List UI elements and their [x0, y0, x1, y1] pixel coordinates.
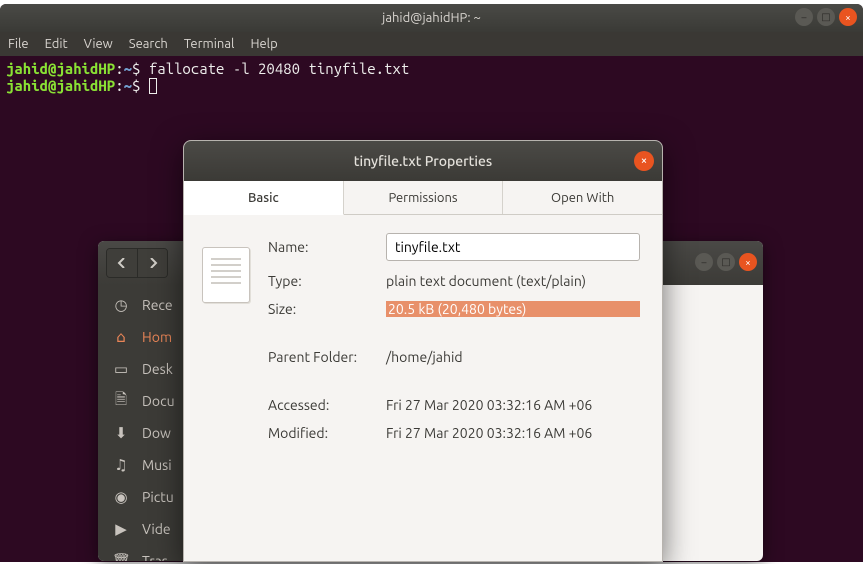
close-icon: ×: [641, 155, 647, 167]
music-icon: ♫: [112, 456, 130, 474]
menu-edit[interactable]: Edit: [45, 37, 68, 51]
menu-file[interactable]: File: [8, 37, 29, 51]
file-manager-window-controls: – □ ×: [695, 253, 757, 271]
video-icon: ▶: [112, 520, 130, 538]
tab-open-with[interactable]: Open With: [503, 181, 662, 214]
prompt-sep: :: [115, 60, 123, 77]
close-button[interactable]: ×: [839, 8, 857, 26]
close-button[interactable]: ×: [739, 253, 757, 271]
accessed-value: Fri 27 Mar 2020 03:32:16 AM +06: [386, 397, 640, 413]
maximize-button[interactable]: □: [717, 253, 735, 271]
prompt-path: ~: [124, 60, 132, 77]
menu-search[interactable]: Search: [129, 37, 168, 51]
sidebar-item-label: Rece: [142, 297, 173, 313]
terminal-cursor: [149, 78, 157, 94]
name-input[interactable]: [386, 233, 640, 261]
trash-icon: 🗑: [112, 552, 130, 561]
type-value: plain text document (text/plain): [386, 273, 640, 289]
properties-dialog: tinyfile.txt Properties × Basic Permissi…: [183, 140, 663, 562]
terminal-titlebar: jahid@jahidHP: ~ – □ ×: [0, 4, 863, 32]
terminal-menubar: File Edit View Search Terminal Help: [0, 32, 863, 56]
type-label: Type:: [268, 273, 378, 289]
sidebar-item-label: Desk: [142, 361, 173, 377]
tab-label: Open With: [551, 191, 614, 205]
prompt-dollar: $: [132, 60, 149, 77]
terminal-body[interactable]: jahid@jahidHP:~$ fallocate -l 20480 tiny…: [0, 56, 863, 98]
prompt-path: ~: [124, 77, 132, 94]
tab-label: Basic: [248, 191, 279, 205]
size-value: 20.5 kB (20,480 bytes): [386, 301, 640, 317]
document-icon: 🗎: [112, 389, 130, 414]
prompt-user: jahid@jahidHP: [6, 77, 115, 94]
dialog-body: Name: Type: plain text document (text/pl…: [184, 215, 662, 459]
terminal-command: fallocate -l 20480 tinyfile.txt: [149, 60, 409, 77]
modified-value: Fri 27 Mar 2020 03:32:16 AM +06: [386, 425, 640, 441]
tab-basic[interactable]: Basic: [184, 181, 344, 215]
forward-button[interactable]: [137, 249, 167, 277]
download-icon: ⬇: [112, 424, 130, 442]
dialog-titlebar: tinyfile.txt Properties ×: [184, 141, 662, 181]
tab-permissions[interactable]: Permissions: [344, 181, 504, 214]
menu-view[interactable]: View: [84, 37, 113, 51]
menu-terminal[interactable]: Terminal: [184, 37, 235, 51]
modified-label: Modified:: [268, 425, 378, 441]
sidebar-item-label: Hom: [142, 329, 172, 345]
dialog-close-button[interactable]: ×: [634, 151, 654, 171]
sidebar-item-label: Musi: [142, 457, 172, 473]
sidebar-item-label: Docu: [142, 393, 175, 409]
dialog-tabs: Basic Permissions Open With: [184, 181, 662, 215]
parent-folder-label: Parent Folder:: [268, 349, 378, 365]
parent-folder-value: /home/jahid: [386, 349, 640, 365]
accessed-label: Accessed:: [268, 397, 378, 413]
size-label: Size:: [268, 301, 378, 317]
file-type-icon: [202, 247, 250, 303]
maximize-button[interactable]: □: [817, 8, 835, 26]
nav-buttons: [106, 248, 168, 278]
terminal-window-controls: – □ ×: [795, 8, 857, 26]
chevron-left-icon: [117, 258, 127, 268]
minimize-button[interactable]: –: [695, 253, 713, 271]
prompt-user: jahid@jahidHP: [6, 60, 115, 77]
sidebar-item-label: Dow: [142, 425, 171, 441]
tab-label: Permissions: [388, 191, 457, 205]
camera-icon: ◉: [112, 488, 130, 506]
name-label: Name:: [268, 239, 378, 255]
menu-help[interactable]: Help: [250, 37, 277, 51]
chevron-right-icon: [148, 258, 158, 268]
prompt-dollar: $: [132, 77, 149, 94]
sidebar-item-label: Vide: [142, 521, 171, 537]
prompt-sep: :: [115, 77, 123, 94]
desktop-icon: ▭: [112, 360, 130, 378]
back-button[interactable]: [107, 249, 137, 277]
terminal-title: jahid@jahidHP: ~: [382, 11, 481, 25]
home-icon: ⌂: [112, 328, 130, 346]
sidebar-item-label: Pictu: [142, 489, 174, 505]
clock-icon: ◷: [112, 296, 130, 314]
dialog-title: tinyfile.txt Properties: [354, 153, 492, 169]
minimize-button[interactable]: –: [795, 8, 813, 26]
sidebar-item-label: Tras: [142, 553, 168, 561]
